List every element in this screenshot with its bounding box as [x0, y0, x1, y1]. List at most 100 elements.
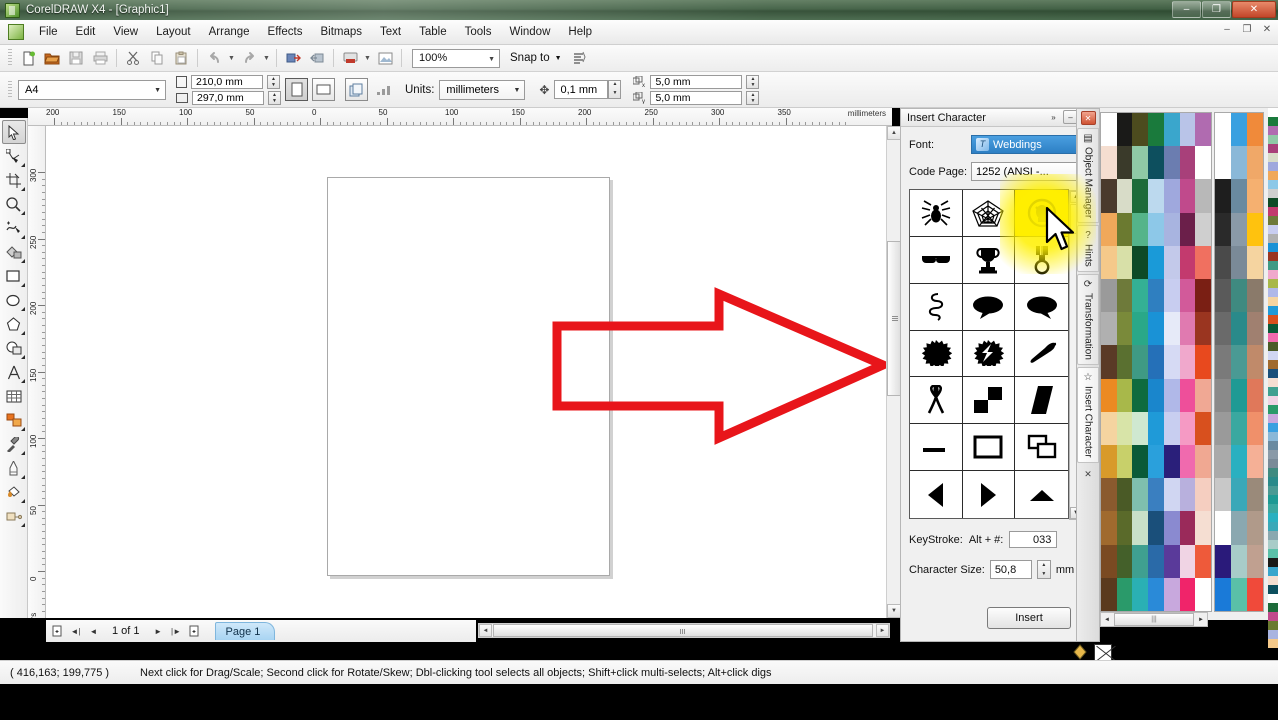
color-swatch[interactable]	[1132, 544, 1149, 578]
color-swatch[interactable]	[1163, 278, 1180, 313]
color-swatch[interactable]	[1268, 549, 1278, 558]
color-swatch[interactable]	[1268, 585, 1278, 594]
color-swatch[interactable]	[1247, 478, 1263, 512]
color-swatch[interactable]	[1268, 198, 1278, 207]
vertical-scrollbar[interactable]: ▲ ▼	[886, 126, 901, 618]
color-swatch[interactable]	[1195, 212, 1211, 246]
char-cell-no-smoking-face[interactable]	[1015, 190, 1068, 237]
color-swatch[interactable]	[1101, 345, 1117, 379]
docker-expand-chevron-icon[interactable]: »	[1046, 110, 1061, 124]
smart-fill-tool[interactable]	[2, 240, 26, 264]
color-swatch[interactable]	[1268, 270, 1278, 279]
char-cell-starburst[interactable]	[910, 330, 963, 378]
color-swatch[interactable]	[1247, 544, 1263, 578]
insert-button[interactable]: Insert	[987, 607, 1071, 629]
codepage-combo[interactable]: 1252 (ANSI -... ▼	[971, 162, 1091, 181]
scroll-down-button[interactable]: ▼	[887, 604, 901, 618]
color-swatch[interactable]	[1231, 113, 1247, 147]
color-swatch[interactable]	[1247, 212, 1263, 246]
color-swatch[interactable]	[1179, 478, 1196, 512]
color-swatch[interactable]	[1148, 378, 1164, 412]
color-swatch[interactable]	[1116, 577, 1133, 611]
color-swatch[interactable]	[1101, 113, 1117, 147]
docker-tab-hints[interactable]: ? Hints	[1077, 225, 1099, 272]
color-swatch[interactable]	[1268, 324, 1278, 333]
color-swatch[interactable]	[1268, 459, 1278, 468]
menu-item-view[interactable]: View	[104, 23, 147, 41]
color-swatch[interactable]	[1179, 345, 1196, 379]
keystroke-field[interactable]: 033	[1009, 531, 1058, 548]
color-swatch[interactable]	[1268, 639, 1278, 648]
docker-tab-object-manager[interactable]: ▤ Object Manager	[1077, 128, 1099, 224]
color-swatch[interactable]	[1268, 405, 1278, 414]
color-swatch[interactable]	[1231, 312, 1247, 346]
color-swatch[interactable]	[1215, 378, 1231, 412]
color-swatch[interactable]	[1195, 278, 1211, 313]
color-swatch[interactable]	[1268, 243, 1278, 252]
color-swatch[interactable]	[1268, 531, 1278, 540]
menu-item-window[interactable]: Window	[500, 23, 559, 41]
color-swatch[interactable]	[1268, 432, 1278, 441]
docker-group-close-button[interactable]: ✕	[1080, 111, 1096, 125]
color-swatch[interactable]	[1179, 444, 1196, 479]
char-cell-checker-squares[interactable]	[962, 377, 1016, 425]
ellipse-tool[interactable]	[2, 288, 26, 312]
color-swatch[interactable]	[1132, 345, 1149, 379]
color-swatch[interactable]	[1268, 117, 1278, 126]
color-swatch[interactable]	[1132, 146, 1149, 180]
color-swatch[interactable]	[1268, 468, 1278, 477]
horizontal-scrollbar[interactable]: ◄ ►	[478, 623, 890, 638]
docker-tab-transformation[interactable]: ⟳ Transformation	[1077, 273, 1099, 365]
color-swatch[interactable]	[1179, 212, 1196, 246]
color-swatch[interactable]	[1268, 234, 1278, 243]
char-cell-triangle-left[interactable]	[910, 471, 963, 518]
color-swatch[interactable]	[1101, 511, 1117, 545]
color-swatch[interactable]	[1268, 225, 1278, 234]
color-swatch[interactable]	[1179, 544, 1196, 578]
color-swatch[interactable]	[1215, 278, 1231, 313]
color-swatch[interactable]	[1231, 444, 1247, 479]
propertybar-grip[interactable]	[8, 80, 12, 99]
color-swatch[interactable]	[1215, 444, 1231, 479]
color-swatch[interactable]	[1268, 351, 1278, 360]
rectangle-tool[interactable]	[2, 264, 26, 288]
color-swatch[interactable]	[1148, 312, 1164, 346]
menu-item-table[interactable]: Table	[410, 23, 456, 41]
char-cell-rectangle-outline[interactable]	[962, 424, 1016, 472]
paste-button[interactable]	[170, 48, 192, 69]
color-swatch[interactable]	[1268, 207, 1278, 216]
add-page-end-button[interactable]	[187, 624, 202, 639]
color-swatch[interactable]	[1132, 312, 1149, 346]
color-swatch[interactable]	[1268, 558, 1278, 567]
color-swatch[interactable]	[1247, 245, 1263, 279]
color-swatch[interactable]	[1179, 278, 1196, 313]
color-swatch[interactable]	[1268, 315, 1278, 324]
color-swatch[interactable]	[1195, 113, 1211, 147]
color-swatch[interactable]	[1268, 126, 1278, 135]
color-swatch[interactable]	[1116, 212, 1133, 246]
color-swatch[interactable]	[1268, 504, 1278, 513]
color-swatch[interactable]	[1148, 544, 1164, 578]
color-swatch[interactable]	[1195, 478, 1211, 512]
character-size-field[interactable]: 50,8	[989, 560, 1032, 579]
color-swatch[interactable]	[1268, 594, 1278, 603]
color-swatch[interactable]	[1231, 478, 1247, 512]
color-swatch[interactable]	[1132, 577, 1149, 611]
color-swatch[interactable]	[1101, 544, 1117, 578]
color-swatch[interactable]	[1195, 378, 1211, 412]
color-swatch[interactable]	[1195, 511, 1211, 545]
color-swatch[interactable]	[1179, 511, 1196, 545]
duplicate-y-field[interactable]: 5,0 mm	[650, 90, 743, 105]
color-swatch[interactable]	[1247, 345, 1263, 379]
color-swatch[interactable]	[1116, 444, 1133, 479]
text-tool[interactable]	[2, 360, 26, 384]
char-cell-stacked-windows[interactable]	[1015, 424, 1068, 472]
freehand-tool[interactable]	[2, 216, 26, 240]
color-swatch[interactable]	[1268, 261, 1278, 270]
vertical-ruler[interactable]: 300 250 200 150 100 50 0 millimeters	[28, 126, 46, 618]
char-cell-horizontal-bar[interactable]	[910, 424, 963, 472]
color-swatch[interactable]	[1268, 144, 1278, 153]
open-document-button[interactable]	[41, 48, 63, 69]
color-swatch[interactable]	[1132, 411, 1149, 445]
palette-edge-strip[interactable]	[1268, 108, 1278, 648]
